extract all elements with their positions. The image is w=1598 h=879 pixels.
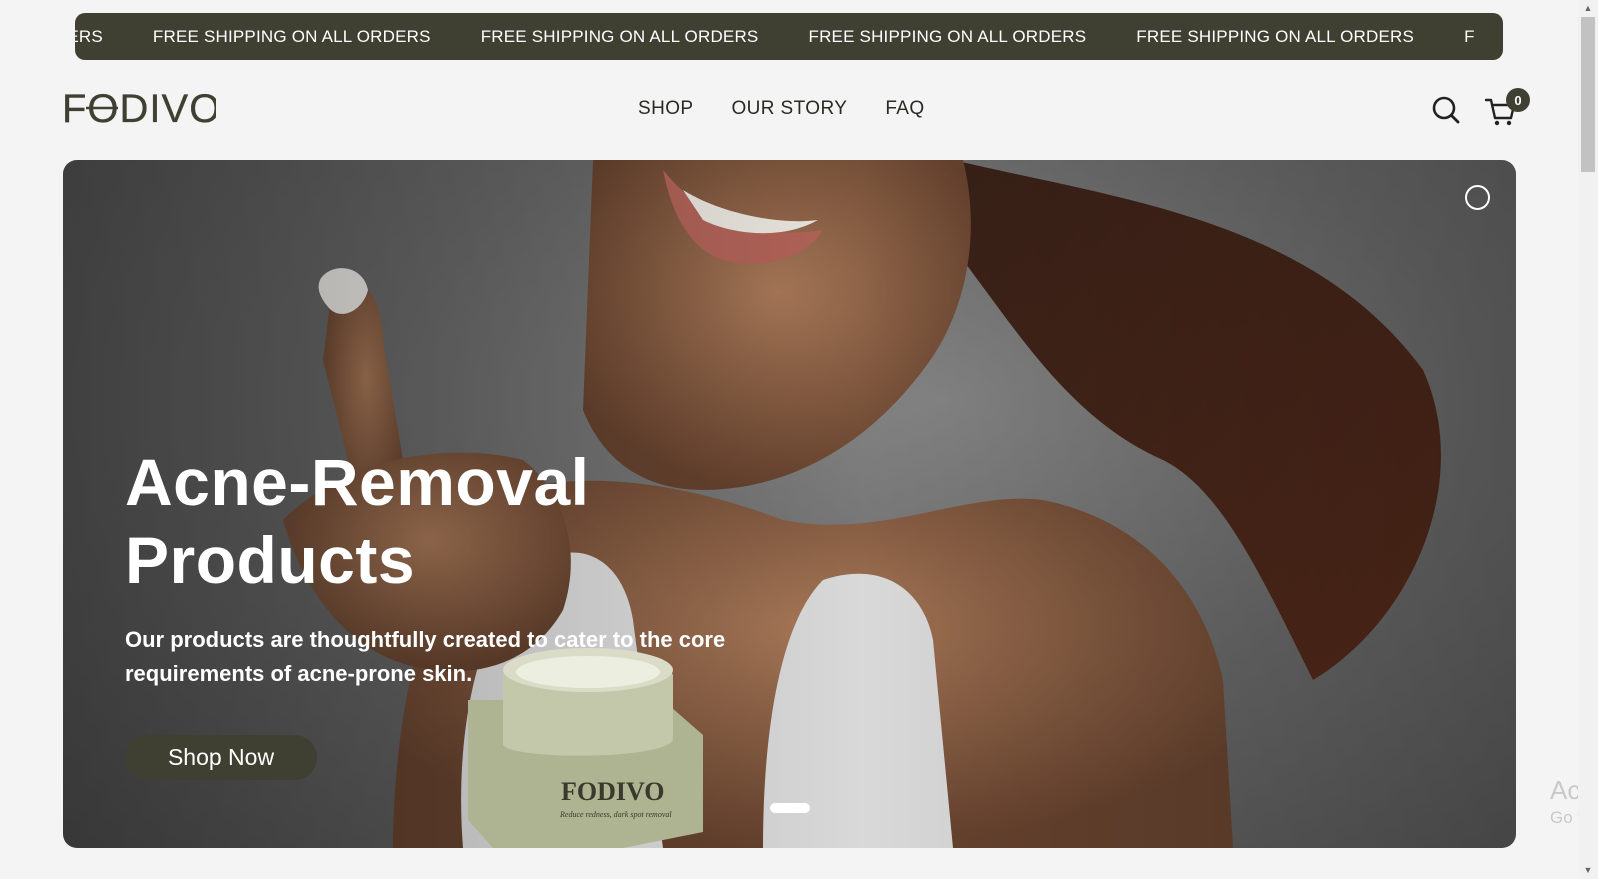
hero-slideshow: FODIVO Reduce redness, dark spot removal… — [63, 160, 1516, 848]
shop-now-button[interactable]: Shop Now — [125, 735, 317, 780]
scroll-up-icon[interactable]: ▲ — [1578, 0, 1598, 17]
announcement-item: F — [1464, 26, 1475, 46]
slide-indicator-active[interactable] — [770, 803, 810, 813]
cart-count-badge: 0 — [1506, 88, 1530, 112]
jar-tagline: Reduce redness, dark spot removal — [559, 810, 672, 819]
fodivo-logo[interactable]: FODIVO — [62, 88, 216, 128]
scroll-down-icon[interactable]: ▼ — [1578, 862, 1598, 879]
hero-subtitle: Our products are thoughtfully created to… — [125, 627, 726, 686]
site-header: FODIVO SHOP OUR STORY FAQ 0 — [0, 70, 1568, 150]
announcement-item: FREE SHIPPING ON ALL ORDERS — [808, 26, 1087, 46]
scroll-thumb[interactable] — [1581, 17, 1595, 172]
hero-title-line-2: Products — [125, 523, 416, 597]
nav-our-story[interactable]: OUR STORY — [731, 98, 847, 120]
logo-text: FODIVO — [62, 88, 216, 128]
announcement-bar: L ORDERS FREE SHIPPING ON ALL ORDERS FRE… — [75, 13, 1503, 60]
nav-faq[interactable]: FAQ — [885, 98, 924, 120]
announcement-marquee: L ORDERS FREE SHIPPING ON ALL ORDERS FRE… — [75, 13, 1503, 60]
page-scrollbar[interactable]: ▲ ▼ — [1578, 0, 1598, 879]
slideshow-pause-button[interactable] — [1465, 185, 1490, 210]
announcement-item: L ORDERS — [75, 26, 103, 46]
announcement-item: FREE SHIPPING ON ALL ORDERS — [480, 26, 759, 46]
hero-title-line-1: Acne-Removal — [125, 445, 590, 519]
search-icon[interactable] — [1432, 96, 1460, 124]
jar-brand: FODIVO — [561, 777, 664, 806]
main-nav: SHOP OUR STORY FAQ — [638, 98, 925, 120]
announcement-item: FREE SHIPPING ON ALL ORDERS — [1136, 26, 1415, 46]
announcement-item: FREE SHIPPING ON ALL ORDERS — [152, 26, 431, 46]
nav-shop[interactable]: SHOP — [638, 98, 693, 120]
hero-title: Acne-Removal Products — [125, 443, 590, 599]
